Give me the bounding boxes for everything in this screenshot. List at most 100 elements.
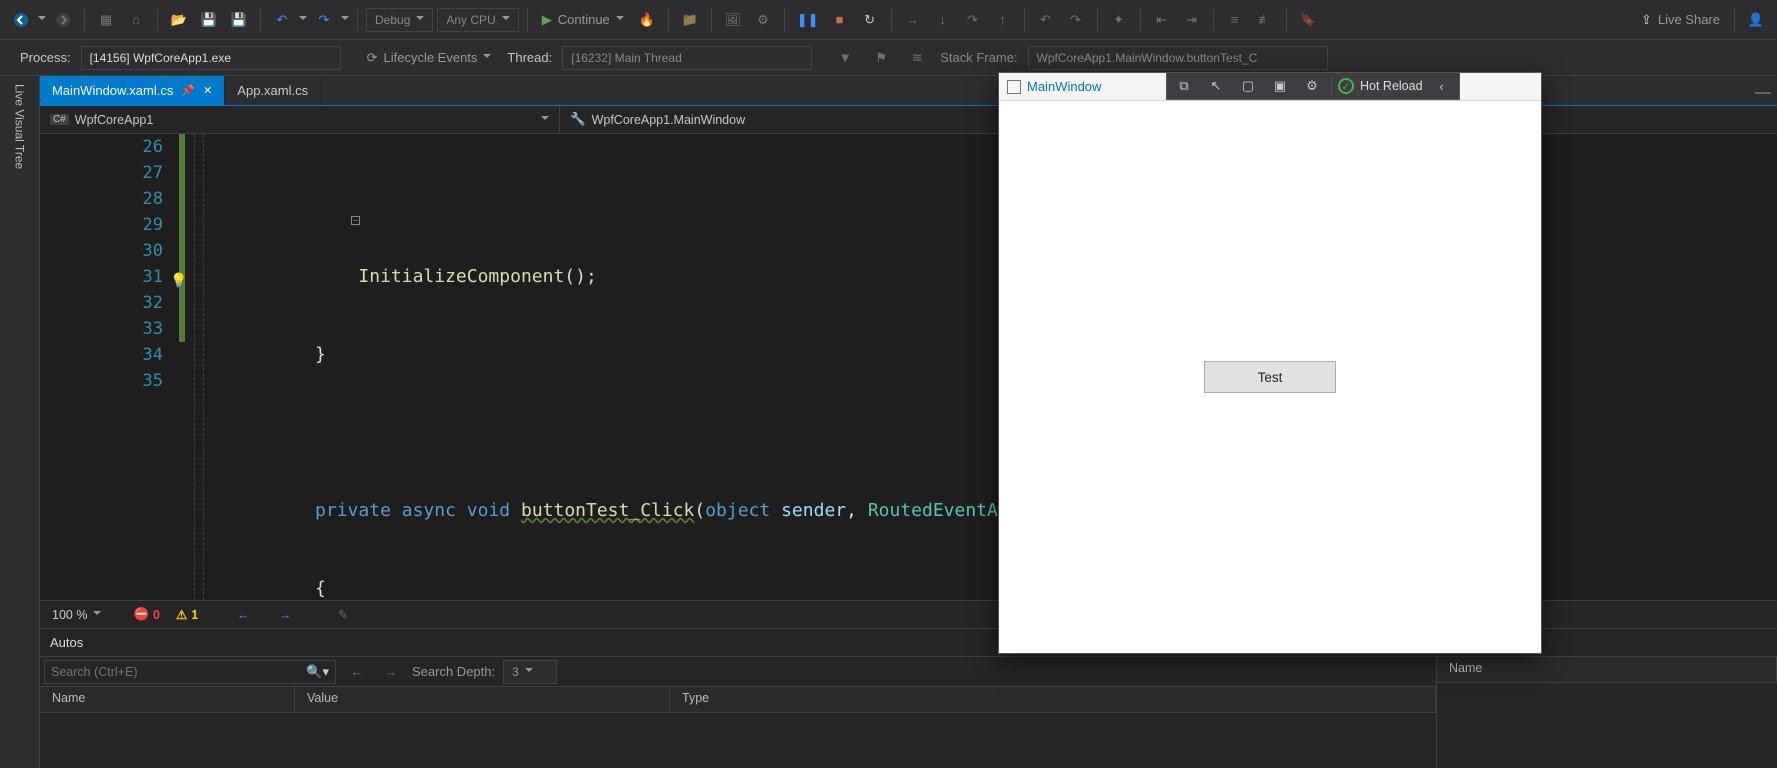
inspect-icon[interactable]: ⧉ <box>1171 73 1197 99</box>
test-button[interactable]: Test <box>1204 361 1336 393</box>
collapse-icon[interactable]: ‹ <box>1429 73 1455 99</box>
flag-icon[interactable]: ⚑ <box>868 45 894 71</box>
xaml-debug-toolbar[interactable]: ⧉ ↖ ▢ ▣ ⚙ ✓ Hot Reload ‹ <box>1166 72 1460 100</box>
home-icon[interactable]: ⌂ <box>123 7 149 33</box>
tab-label: App.xaml.cs <box>237 83 308 98</box>
restart-icon[interactable]: ↻ <box>857 7 883 33</box>
stackframe-label: Stack Frame: <box>940 50 1017 65</box>
zoom-combo[interactable]: 100 % <box>52 607 101 622</box>
open-file-icon[interactable]: 📂 <box>166 7 192 33</box>
live-share-label: Live Share <box>1658 12 1720 27</box>
zoom-value: 100 % <box>52 608 87 622</box>
main-toolbar: ▦ ⌂ 📂 💾 💾 ↶ ↷ Debug Any CPU ▶Continue 🔥 … <box>0 0 1777 40</box>
picture-icon[interactable]: 🖼 <box>720 7 746 33</box>
undo2-icon[interactable]: ↶ <box>1033 7 1059 33</box>
hot-reload-flame-icon[interactable]: 🔥 <box>634 7 660 33</box>
platform-label: Any CPU <box>446 13 495 27</box>
redo-icon[interactable]: ↷ <box>311 7 337 33</box>
continue-button[interactable]: ▶Continue <box>536 7 630 33</box>
search-next-icon[interactable]: → <box>378 659 404 685</box>
warning-count[interactable]: ⚠ 1 <box>176 607 198 622</box>
filter-icon[interactable]: ▼ <box>832 45 858 71</box>
pause-icon[interactable]: ❚❚ <box>793 7 823 33</box>
hot-reload-label: Hot Reload <box>1360 79 1423 93</box>
nav-prev-icon[interactable]: ← <box>230 602 256 628</box>
col-name[interactable]: Name <box>40 687 295 712</box>
redo2-icon[interactable]: ↷ <box>1063 7 1089 33</box>
col-value[interactable]: Value <box>295 687 670 712</box>
app-icon <box>1007 80 1021 94</box>
step-into-icon[interactable]: ↓ <box>930 7 956 33</box>
stackframe-value: WpfCoreApp1.MainWindow.buttonTest_C <box>1037 51 1258 65</box>
side-panel[interactable]: Live Visual Tree <box>0 76 40 768</box>
class-label: WpfCoreApp1.MainWindow <box>592 113 746 127</box>
debuggee-window[interactable]: MainWindow Test <box>998 72 1542 654</box>
nav-forward-icon[interactable] <box>50 7 76 33</box>
process-combo[interactable]: [14156] WpfCoreApp1.exe <box>81 46 341 70</box>
select-element-icon[interactable]: ↖ <box>1203 73 1229 99</box>
intellicode-status-icon[interactable]: ✎ <box>330 602 356 628</box>
platform-combo[interactable]: Any CPU <box>437 8 518 32</box>
project-selector[interactable]: C# WpfCoreApp1 <box>40 106 560 133</box>
process-label: Process: <box>20 50 71 65</box>
col-type[interactable]: Type <box>670 687 1436 712</box>
debuggee-client-area: Test <box>999 101 1541 653</box>
stackframe-combo[interactable]: WpfCoreApp1.MainWindow.buttonTest_C <box>1028 46 1328 70</box>
find-in-files-icon[interactable]: 📁 <box>677 7 703 33</box>
user-account-icon[interactable]: 👤 <box>1743 7 1769 33</box>
close-icon[interactable]: ✕ <box>203 84 212 97</box>
bookmark-icon[interactable]: 🔖 <box>1295 7 1321 33</box>
hot-reload-status-icon: ✓ <box>1338 78 1354 94</box>
nav-back-icon[interactable] <box>8 7 34 33</box>
search-depth-combo[interactable]: 3 <box>503 660 557 684</box>
line-gutter: 26 27 28 29 30 31 32 33 34 35 💡 <box>40 134 185 600</box>
threads-icon[interactable]: ≋ <box>904 45 930 71</box>
search-prev-icon[interactable]: ← <box>344 659 370 685</box>
layout-adorners-icon[interactable]: ▢ <box>1235 73 1261 99</box>
config-combo[interactable]: Debug <box>366 8 433 32</box>
lifecycle-label: Lifecycle Events <box>383 50 477 65</box>
save-icon[interactable]: 💾 <box>196 7 222 33</box>
step-over-icon[interactable]: ↷ <box>960 7 986 33</box>
autos-table-header: Name Value Type <box>40 687 1436 713</box>
debug-location-toolbar: Process: [14156] WpfCoreApp1.exe ⟳Lifecy… <box>0 40 1777 76</box>
nav-next-icon[interactable]: → <box>272 602 298 628</box>
search-icon[interactable]: 🔍▾ <box>306 664 329 680</box>
intellicode-icon[interactable]: ✦ <box>1106 7 1132 33</box>
search-depth-label: Search Depth: <box>412 664 495 679</box>
autos-search[interactable]: 🔍▾ <box>44 660 336 684</box>
col-name[interactable]: Name <box>1437 657 1777 682</box>
stop-icon[interactable]: ■ <box>827 7 853 33</box>
settings-icon[interactable]: ⚙ <box>1299 73 1325 99</box>
comment-icon[interactable]: ≡ <box>1222 7 1248 33</box>
indent-more-icon[interactable]: ⇥ <box>1179 7 1205 33</box>
tab-mainwindow[interactable]: MainWindow.xaml.cs 📌 ✕ <box>40 76 225 105</box>
undo-icon[interactable]: ↶ <box>269 7 295 33</box>
indent-less-icon[interactable]: ⇤ <box>1149 7 1175 33</box>
minimize-icon[interactable]: — <box>1755 84 1771 102</box>
save-all-icon[interactable]: 💾 <box>226 7 252 33</box>
nav-back-menu-icon[interactable] <box>38 12 46 27</box>
step-out-icon[interactable]: ↑ <box>990 7 1016 33</box>
continue-label: Continue <box>558 12 610 27</box>
settings-small-icon[interactable]: ⚙ <box>750 7 776 33</box>
pin-icon[interactable]: 📌 <box>181 84 195 97</box>
tab-label: MainWindow.xaml.cs <box>52 83 173 98</box>
uncomment-icon[interactable]: ≢ <box>1252 7 1278 33</box>
track-focus-icon[interactable]: ▣ <box>1267 73 1293 99</box>
thread-value: [16232] Main Thread <box>571 51 682 65</box>
undo-menu-icon[interactable] <box>299 12 307 27</box>
show-next-icon[interactable]: → <box>900 7 926 33</box>
thread-combo[interactable]: [16232] Main Thread <box>562 46 812 70</box>
error-count[interactable]: ⛔ 0 <box>133 607 160 622</box>
live-share-button[interactable]: ⇪Live Share <box>1635 7 1726 33</box>
lifecycle-events-button[interactable]: ⟳Lifecycle Events <box>361 45 498 71</box>
config-label: Debug <box>375 13 410 27</box>
thread-label: Thread: <box>507 50 552 65</box>
debuggee-title: MainWindow <box>1027 79 1101 94</box>
fold-icon[interactable]: − <box>351 216 360 225</box>
search-input[interactable] <box>51 665 306 679</box>
new-project-icon[interactable]: ▦ <box>93 7 119 33</box>
redo-menu-icon[interactable] <box>341 12 349 27</box>
tab-appxaml[interactable]: App.xaml.cs <box>225 76 321 105</box>
